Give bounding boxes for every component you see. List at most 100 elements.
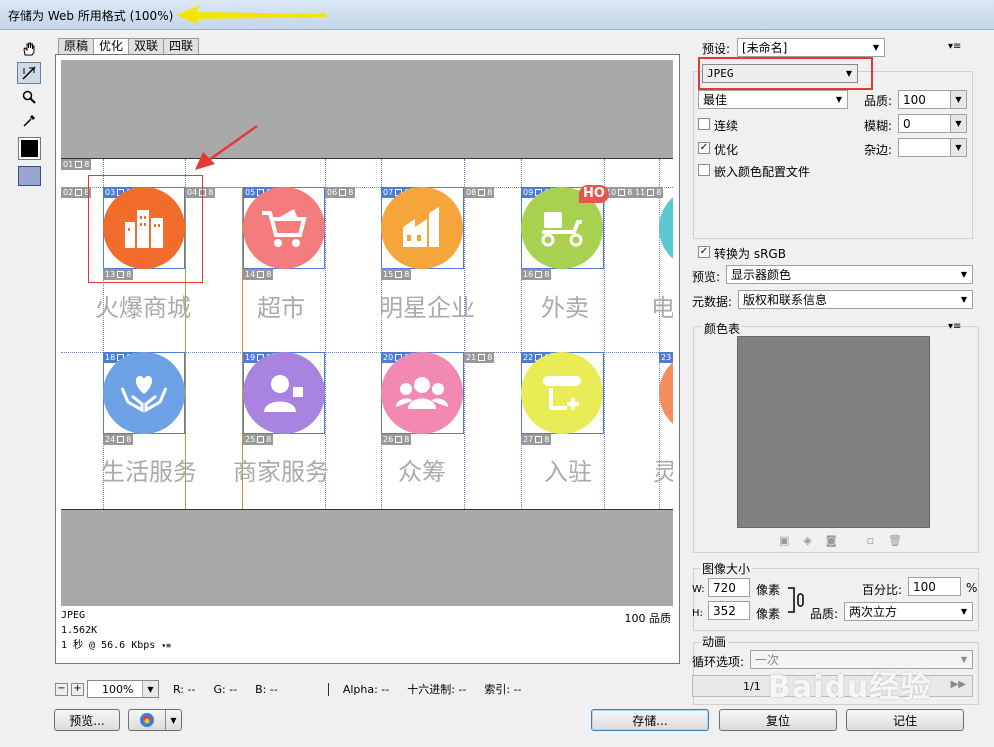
chevron-down-icon: ▼ [960, 270, 968, 279]
status-alpha: Alpha: -- [327, 682, 389, 696]
new-color-icon[interactable]: ▫ [867, 534, 874, 547]
height-label: H: [692, 608, 703, 619]
color-table-header: 颜色表 [702, 320, 743, 337]
percent-input[interactable]: 100 [908, 577, 961, 596]
optimized-checkbox[interactable]: ✓ [698, 142, 710, 154]
quality-preset-select[interactable]: 最佳 ▼ [698, 90, 848, 109]
progressive-checkbox[interactable] [698, 118, 710, 130]
icon-label: 明星企业 [379, 294, 475, 322]
slice-number[interactable]: 08 8 [464, 187, 495, 198]
slice-number[interactable]: 11 8 [633, 187, 664, 198]
resample-select[interactable]: 两次立方 ▼ [844, 602, 973, 621]
preview-color-label: 预览: [692, 270, 721, 284]
window-title: 存储为 Web 所用格式 (100%) [8, 9, 174, 23]
blur-label: 模糊: [864, 119, 893, 133]
progressive-label: 连续 [714, 119, 739, 133]
hot-badge: HO [579, 185, 609, 203]
zoom-in-button[interactable]: + [71, 682, 84, 696]
matte-select[interactable]: ▼ [898, 138, 967, 157]
icon-label: 电 [651, 294, 673, 322]
resample-label: 品质: [810, 607, 839, 621]
metadata-label: 元数据: [692, 295, 733, 309]
tab-optimized[interactable]: 优化 [93, 38, 130, 54]
embed-profile-checkbox[interactable] [698, 164, 710, 176]
preview-color-select[interactable]: 显示器颜色 ▼ [726, 265, 973, 284]
slice-number[interactable]: 26 8 [381, 434, 412, 445]
image-size-header: 图像大小 [700, 560, 753, 577]
info-size: 1.562K [61, 625, 98, 636]
merchant-icon [243, 352, 325, 434]
slice-number[interactable]: 14 8 [243, 269, 274, 280]
icon-label: 灵 [653, 452, 673, 487]
toggle-slice-visibility-icon[interactable] [18, 166, 41, 186]
panel-menu-icon[interactable]: ▾≡ [948, 41, 961, 52]
preview-canvas[interactable]: 018 028 038 048 058 068 078 088 098 108 … [61, 60, 673, 606]
slice-number[interactable]: 16 8 [521, 269, 552, 280]
web-snap-icon[interactable]: ◈ [803, 534, 811, 547]
tab-4-up[interactable]: 四联 [163, 38, 200, 54]
optimization-info: JPEG 1.562K 1 秒 @ 56.6 Kbps ▾≡ 100 品质 [61, 608, 673, 660]
slice-select-tool-icon[interactable] [17, 62, 41, 84]
annotation-box [698, 57, 873, 90]
slice-number[interactable]: 27 8 [521, 434, 552, 445]
browser-select[interactable]: ▼ [128, 709, 182, 731]
map-color-icon[interactable]: ▣ [779, 534, 789, 547]
width-input[interactable]: 720 [708, 578, 750, 597]
heart-hands-icon [103, 352, 185, 434]
view-tabs: 原稿 优化 双联 四联 [58, 38, 200, 54]
icon-label: 超市 [257, 294, 305, 322]
tab-2-up[interactable]: 双联 [128, 38, 165, 54]
preset-label: 预设: [702, 42, 731, 56]
quality-label: 品质: [864, 94, 893, 108]
trash-icon[interactable]: 🗑 [888, 534, 902, 547]
info-format: JPEG [61, 610, 86, 621]
partial-icon [659, 352, 673, 434]
icon-label: 外卖 [541, 294, 589, 322]
frame-counter: 1/1 [743, 680, 761, 693]
preview-viewer: 018 028 038 048 058 068 078 088 098 108 … [55, 54, 680, 664]
settings-panel: 预设: [未命名] ▼ ▾≡ JPEG ▼ 最佳 ▼ 品质: 100 ▼ 连续 模糊: … [686, 30, 986, 747]
image-area[interactable]: 018 028 038 048 058 068 078 088 098 108 … [61, 158, 673, 510]
chevron-down-icon: ▼ [142, 681, 158, 697]
status-index: 索引: -- [484, 683, 522, 696]
chevron-down-icon: ▼ [960, 607, 968, 616]
slice-number[interactable]: 06 8 [325, 187, 356, 198]
next-frame-icon[interactable]: ▶▶ [951, 679, 966, 690]
zoom-out-button[interactable]: − [55, 682, 68, 696]
quality-input[interactable]: 100 ▼ [898, 90, 967, 109]
slice-number[interactable]: 01 8 [61, 159, 92, 170]
people-icon [381, 352, 463, 434]
slice-number[interactable]: 25 8 [243, 434, 274, 445]
status-r: R: -- [173, 682, 196, 696]
slice-number[interactable]: 21 8 [464, 352, 495, 363]
slice-number[interactable]: 15 8 [381, 269, 412, 280]
blur-input[interactable]: 0 ▼ [898, 114, 967, 133]
eyedropper-color-swatch[interactable] [18, 137, 41, 160]
slice-number[interactable]: 24 8 [103, 434, 134, 445]
chevron-down-icon: ▼ [960, 655, 968, 664]
slice-number[interactable]: 238 [659, 352, 673, 363]
icon-label: 火爆商城 [95, 294, 191, 322]
slice-number[interactable]: 02 8 [61, 187, 92, 198]
height-input[interactable]: 352 [708, 601, 750, 620]
optimized-label: 优化 [714, 143, 739, 157]
zoom-select[interactable]: 100% ▼ [87, 680, 159, 698]
tab-original[interactable]: 原稿 [58, 38, 95, 54]
hand-tool-icon[interactable] [17, 38, 41, 60]
eyedropper-tool-icon[interactable] [17, 110, 41, 132]
preview-button[interactable]: 预览... [54, 709, 120, 731]
zoom-tool-icon[interactable] [17, 86, 41, 108]
color-table-menu-icon[interactable]: ▾≡ [948, 321, 961, 332]
metadata-select[interactable]: 版权和联系信息 ▼ [738, 290, 973, 309]
chevron-down-icon: ▼ [960, 295, 968, 304]
color-table[interactable] [737, 336, 930, 528]
constrain-link-icon[interactable] [786, 586, 808, 614]
preset-select[interactable]: [未命名] ▼ [737, 38, 885, 57]
convert-srgb-checkbox[interactable]: ✓ [698, 246, 710, 258]
slice-guide [464, 159, 465, 509]
icon-label: 入驻 [544, 458, 592, 486]
annotation-arrow-icon [195, 124, 258, 170]
status-b: B: -- [255, 682, 278, 696]
percent-label: 百分比: [862, 583, 903, 597]
lock-color-icon[interactable]: ◙ [826, 534, 837, 547]
